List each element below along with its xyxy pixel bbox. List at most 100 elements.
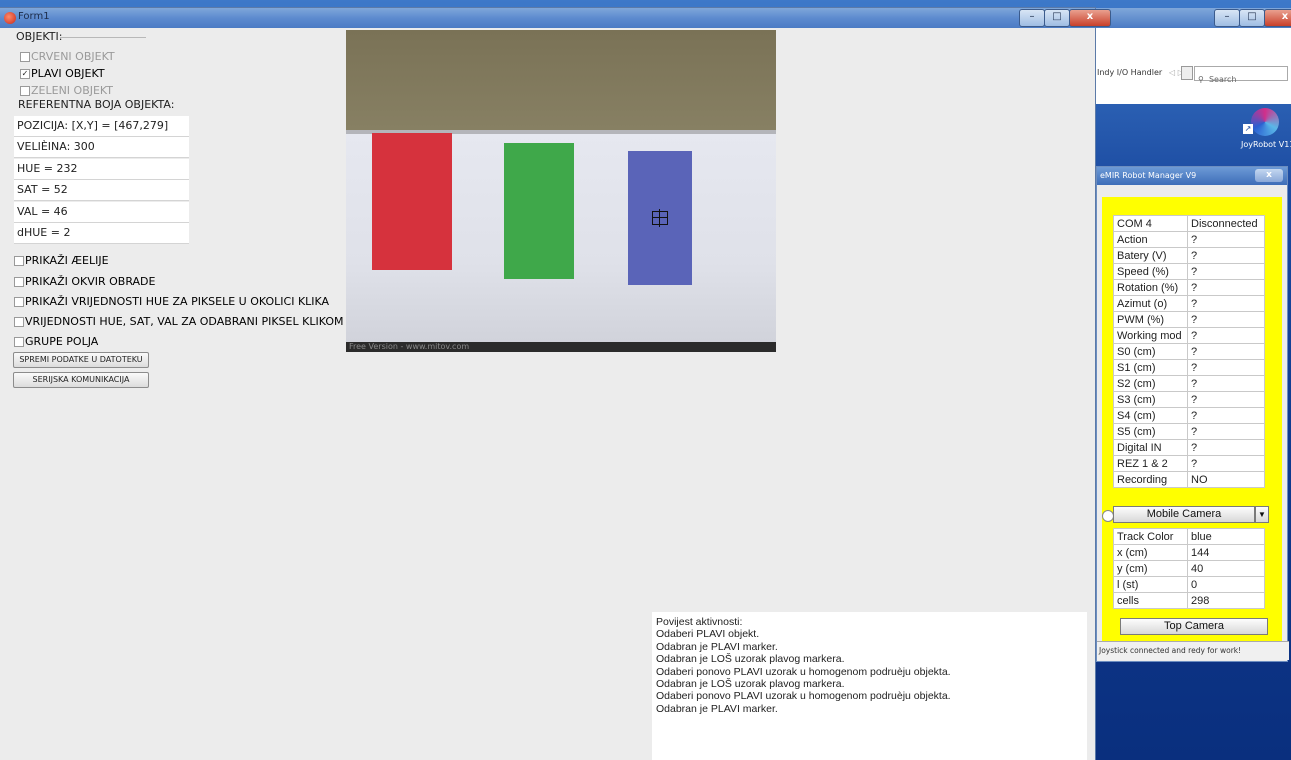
checkbox-checked-icon: ✓ [20, 68, 30, 79]
table-row: cells 298 [1113, 592, 1265, 609]
checkbox-show-cells[interactable]: PRIKAŽI ÆELIJE [14, 250, 109, 269]
robot-manager-title: eMIR Robot Manager V9 [1100, 171, 1197, 180]
show-hue-values-label: PRIKAŽI VRIJEDNOSTI HUE ZA PIKSELE U OKO… [25, 295, 330, 308]
row-label: S1 (cm) [1113, 359, 1188, 376]
status-bar: Joystick connected and redy for work! [1097, 641, 1289, 660]
close-icon[interactable]: x [1069, 9, 1111, 27]
checkbox-icon [14, 276, 24, 287]
row-label: Digital IN [1113, 439, 1188, 456]
joyrobot-desktop-icon[interactable]: ↗ JoyRobot V11 [1241, 108, 1291, 149]
robot-status-table: COM 4 Disconnected Action? Batery (V)? Speed… [1113, 215, 1265, 488]
serial-communication-button[interactable]: SERIJSKA KOMUNIKACIJA [13, 372, 149, 388]
row-value: ? [1187, 407, 1265, 424]
checkbox-icon [14, 336, 24, 347]
search-input[interactable]: ⚲ Search [1194, 66, 1288, 84]
log-line: Odabran je LOŠ uzorak plavog markera. [656, 653, 845, 666]
close-icon[interactable]: x [1255, 169, 1283, 182]
chevron-down-icon[interactable]: ▼ [1255, 506, 1269, 523]
save-to-file-button[interactable]: SPREMI PODATKE U DATOTEKU [13, 352, 149, 368]
minimize-icon[interactable]: – [1019, 9, 1045, 27]
maximize-icon[interactable]: □ [1044, 9, 1070, 27]
maximize-icon[interactable]: □ [1239, 9, 1265, 27]
row-value: ? [1187, 263, 1265, 280]
table-row: S0 (cm)? [1113, 343, 1265, 360]
table-row: Recording NO [1113, 471, 1265, 488]
row-value: ? [1187, 391, 1265, 408]
row-label: Recording [1113, 471, 1188, 488]
show-cells-label: PRIKAŽI ÆELIJE [25, 254, 109, 267]
table-row: Digital IN? [1113, 439, 1265, 456]
row-value: ? [1187, 311, 1265, 328]
camera-select[interactable]: Mobile Camera [1113, 506, 1255, 523]
row-label: S4 (cm) [1113, 407, 1188, 424]
table-row: Azimut (o)? [1113, 295, 1265, 312]
explorer-titlebar: – □ x [1095, 8, 1291, 28]
sat-field: SAT = 52 [14, 180, 189, 201]
row-value: ? [1187, 231, 1265, 248]
checkbox-icon [20, 85, 30, 96]
table-row: Batery (V)? [1113, 247, 1265, 264]
app-icon [4, 12, 16, 24]
table-row: Track Color blue [1113, 528, 1265, 545]
desktop-icon-label: JoyRobot V11 [1241, 140, 1291, 149]
address-text: Indy I/O Handler [1097, 68, 1163, 77]
explorer-window-controls: – □ x [1214, 9, 1291, 27]
robot-manager-window: eMIR Robot Manager V9 x COM 4 Disconnecte… [1096, 166, 1289, 662]
table-row: S5 (cm)? [1113, 423, 1265, 440]
checkbox-icon [20, 51, 30, 62]
row-label: COM 4 [1113, 215, 1188, 232]
camera-view[interactable]: Free Version - www.mitov.com [346, 30, 776, 352]
log-line: Odabran je PLAVI marker. [656, 640, 778, 653]
objects-group-label: OBJEKTI: [16, 30, 63, 43]
minimize-icon[interactable]: – [1214, 9, 1240, 27]
row-value: 0 [1187, 576, 1265, 593]
table-row: Speed (%)? [1113, 263, 1265, 280]
row-value: ? [1187, 343, 1265, 360]
red-marker-bar [372, 133, 452, 270]
row-label: y (cm) [1113, 560, 1188, 577]
log-lines: Povijest aktivnosti: Odaberi PLAVI objek… [652, 612, 1087, 715]
search-icon: ⚲ [1198, 75, 1204, 84]
shortcut-arrow-icon: ↗ [1243, 124, 1253, 134]
row-label: PWM (%) [1113, 311, 1188, 328]
size-field: VELIÈINA: 300 [14, 137, 189, 158]
row-label: S0 (cm) [1113, 343, 1188, 360]
row-label: Track Color [1113, 528, 1188, 545]
tracking-table: Track Color blue x (cm) 144 y (cm) 40 l (st) 0 c… [1113, 528, 1265, 609]
log-line: Odaberi ponovo PLAVI uzorak u homogenom … [656, 665, 951, 678]
val-field: VAL = 46 [14, 202, 189, 223]
log-line: Odabran je PLAVI marker. [656, 702, 778, 715]
row-value: ? [1187, 327, 1265, 344]
checkbox-show-frame[interactable]: PRIKAŽI OKVIR OBRADE [14, 271, 155, 290]
activity-log[interactable]: Povijest aktivnosti: Odaberi PLAVI objek… [652, 612, 1087, 760]
green-object-label: ZELENI OBJEKT [31, 84, 114, 97]
table-row: REZ 1 & 2? [1113, 455, 1265, 472]
checkbox-show-hue-values[interactable]: PRIKAŽI VRIJEDNOSTI HUE ZA PIKSELE U OKO… [14, 291, 329, 310]
folder-button[interactable] [1181, 66, 1193, 80]
red-object-label: CRVENI OBJEKT [31, 50, 115, 63]
checkbox-field-groups[interactable]: GRUPE POLJA [14, 331, 98, 350]
table-row: S2 (cm)? [1113, 375, 1265, 392]
table-row: PWM (%)? [1113, 311, 1265, 328]
close-icon[interactable]: x [1264, 9, 1291, 27]
table-row: Action? [1113, 231, 1265, 248]
row-value: ? [1187, 439, 1265, 456]
dhue-field: dHUE = 2 [14, 223, 189, 244]
checkbox-icon [14, 316, 24, 327]
checkbox-green-object[interactable]: ZELENI OBJEKT [20, 80, 113, 99]
row-value: 40 [1187, 560, 1265, 577]
row-label: Rotation (%) [1113, 279, 1188, 296]
log-line: Odabran je LOŠ uzorak plavog markera. [656, 678, 845, 691]
checkbox-hsv-on-click[interactable]: VRIJEDNOSTI HUE, SAT, VAL ZA ODABRANI PI… [14, 311, 343, 330]
hsv-on-click-label: VRIJEDNOSTI HUE, SAT, VAL ZA ODABRANI PI… [25, 315, 344, 328]
log-line: Odaberi ponovo PLAVI uzorak u homogenom … [656, 690, 951, 703]
row-label: S2 (cm) [1113, 375, 1188, 392]
log-line: Povijest aktivnosti: [656, 616, 743, 628]
row-label: S3 (cm) [1113, 391, 1188, 408]
row-label: REZ 1 & 2 [1113, 455, 1188, 472]
position-field: POZICIJA: [X,Y] = [467,279] [14, 116, 189, 137]
top-camera-button[interactable]: Top Camera [1120, 618, 1268, 635]
row-value: ? [1187, 423, 1265, 440]
row-label: Azimut (o) [1113, 295, 1188, 312]
robot-manager-titlebar: eMIR Robot Manager V9 x [1097, 167, 1287, 185]
